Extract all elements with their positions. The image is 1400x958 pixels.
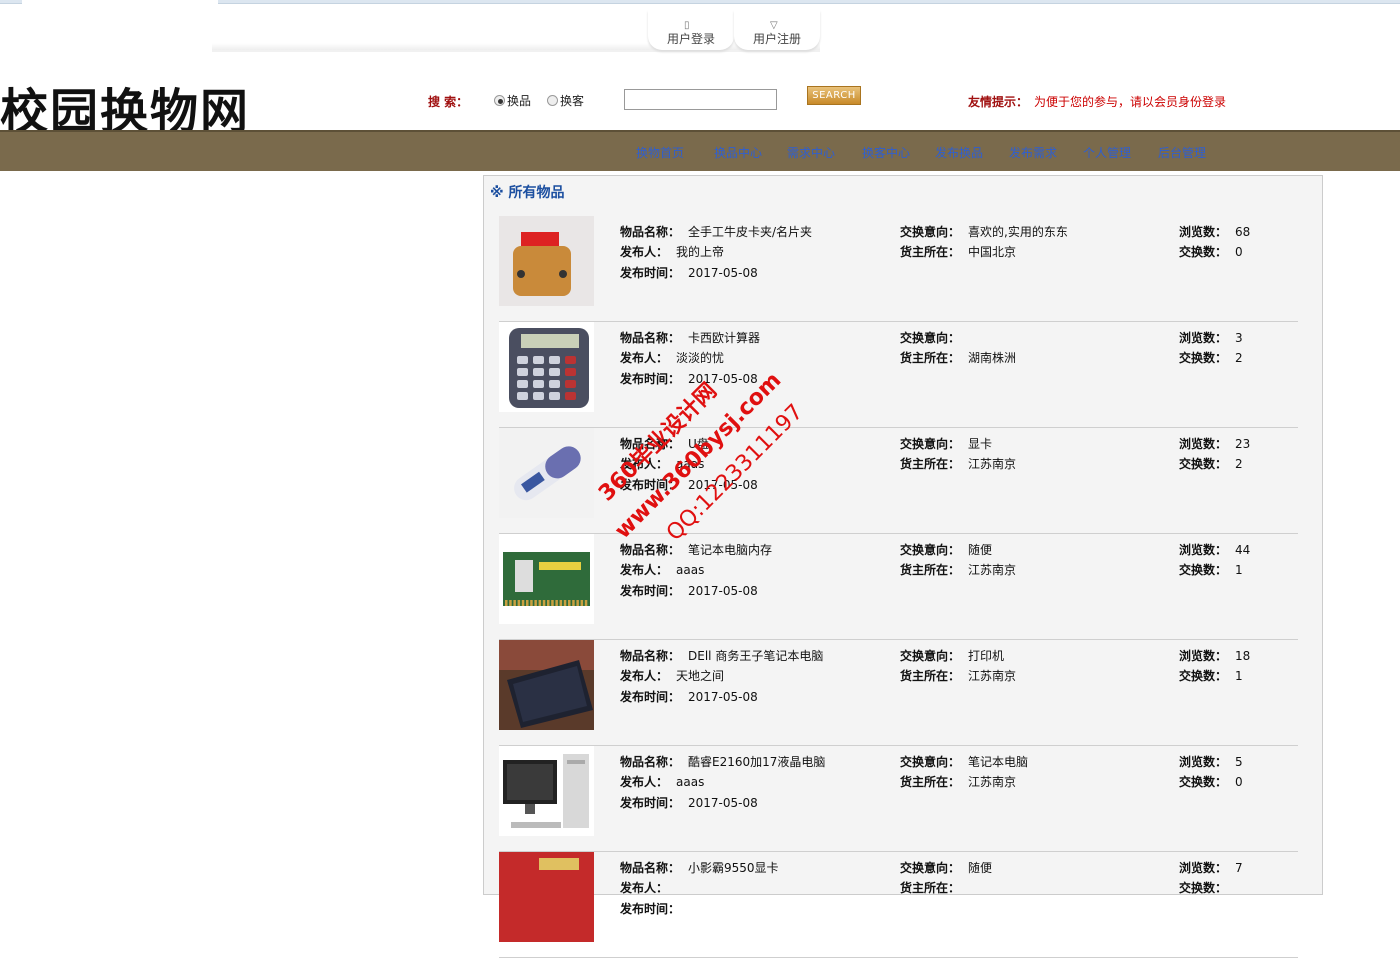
- item-exchanges: 交换数： 0: [1179, 775, 1243, 789]
- item-name: 物品名称： 全手工牛皮卡夹/名片夹: [620, 225, 813, 239]
- item-row[interactable]: 物品名称： U盘 发布人： aaas 发布时间： 2017-05-08 交换意向： 显卡货主所…: [499, 428, 1298, 534]
- item-location: 货主所在： 江苏南京: [900, 563, 1017, 577]
- item-time: 发布时间： 2017-05-08: [620, 478, 758, 492]
- item-publisher: 发布人： 天地之间: [620, 669, 725, 683]
- nav-publish-goods[interactable]: 发布换品: [935, 144, 983, 161]
- register-button[interactable]: ▽ 用户注册: [734, 10, 820, 50]
- nav-publish-demand[interactable]: 发布需求: [1009, 144, 1057, 161]
- item-publisher: 发布人： aaas: [620, 563, 705, 577]
- item-exchanges: 交换数：: [1179, 881, 1228, 895]
- all-items-panel: ※ 所有物品 物品名称： 全手工牛皮卡夹/名片夹 发布人： 我的上帝发布时间： 2017…: [483, 175, 1323, 958]
- item-thumbnail[interactable]: [499, 534, 594, 624]
- main-nav: 换物首页 换品中心 需求中心 换客中心 发布换品 发布需求 个人管理 后台管理: [0, 130, 1400, 171]
- nav-admin[interactable]: 后台管理: [1158, 144, 1206, 161]
- search-button[interactable]: SEARCH: [807, 86, 861, 105]
- item-intent: 交换意向： 随便: [900, 861, 993, 875]
- item-time: 发布时间： 2017-05-08: [620, 372, 758, 386]
- nav-trader-center[interactable]: 换客中心: [862, 144, 910, 161]
- item-location: 货主所在： 江苏南京: [900, 775, 1017, 789]
- item-location: 货主所在： 中国北京: [900, 245, 1017, 259]
- item-time: 发布时间： 2017-05-08: [620, 690, 758, 704]
- item-location: 货主所在： 湖南株洲: [900, 351, 1017, 365]
- item-views: 浏览数： 68: [1179, 225, 1251, 239]
- item-views: 浏览数： 44: [1179, 543, 1251, 557]
- item-publisher: 发布人： 我的上帝: [620, 245, 725, 259]
- item-exchanges: 交换数： 0: [1179, 245, 1243, 259]
- item-views: 浏览数： 7: [1179, 861, 1243, 875]
- item-views: 浏览数： 23: [1179, 437, 1251, 451]
- item-row[interactable]: 物品名称： 酷睿E2160加17液晶电脑 发布人： aaas 发布时间： 2017-05-…: [499, 746, 1298, 852]
- item-intent: 交换意向： 随便: [900, 543, 993, 557]
- item-thumbnail[interactable]: [499, 852, 594, 942]
- item-thumbnail[interactable]: [499, 746, 594, 836]
- item-location: 货主所在： 江苏南京: [900, 669, 1017, 683]
- item-time: 发布时间：: [620, 902, 681, 916]
- item-intent: 交换意向： 笔记本电脑: [900, 755, 1029, 769]
- item-row[interactable]: 物品名称： 全手工牛皮卡夹/名片夹 发布人： 我的上帝发布时间： 2017-05-08 交…: [499, 216, 1298, 322]
- item-name: 物品名称： DEll 商务王子笔记本电脑: [620, 649, 824, 663]
- friendly-tip: 友情提示： 为便于您的参与，请以会员身份登录: [968, 95, 1227, 109]
- item-thumbnail[interactable]: [499, 322, 594, 412]
- item-views: 浏览数： 3: [1179, 331, 1243, 345]
- item-name: 物品名称： 酷睿E2160加17液晶电脑: [620, 755, 826, 769]
- item-thumbnail[interactable]: [499, 428, 594, 518]
- item-intent: 交换意向： 喜欢的,实用的东东: [900, 225, 1068, 239]
- nav-personal[interactable]: 个人管理: [1083, 144, 1131, 161]
- item-name: 物品名称： 卡西欧计算器: [620, 331, 761, 345]
- nav-home[interactable]: 换物首页: [636, 144, 684, 161]
- item-views: 浏览数： 18: [1179, 649, 1251, 663]
- item-exchanges: 交换数： 2: [1179, 351, 1243, 365]
- item-time: 发布时间： 2017-05-08: [620, 796, 758, 810]
- nav-demand-center[interactable]: 需求中心: [787, 144, 835, 161]
- login-strip: ▯ 用户登录 ▽ 用户注册: [212, 4, 820, 52]
- item-row[interactable]: 物品名称： DEll 商务王子笔记本电脑 发布人： 天地之间发布时间： 2017-05-…: [499, 640, 1298, 746]
- item-name: 物品名称： U盘: [620, 437, 709, 451]
- item-row[interactable]: 物品名称： 卡西欧计算器 发布人： 淡淡的忧发布时间： 2017-05-08 交换意向： 货…: [499, 322, 1298, 428]
- item-publisher: 发布人： 淡淡的忧: [620, 351, 725, 365]
- section-title: ※ 所有物品: [490, 185, 565, 201]
- site-logo: 校园换物网: [0, 84, 251, 130]
- radio-goods[interactable]: 换品: [494, 92, 531, 109]
- item-publisher: 发布人： aaas: [620, 775, 705, 789]
- radio-unchecked-icon: [547, 95, 558, 106]
- item-row[interactable]: 物品名称： 笔记本电脑内存 发布人： aaas 发布时间： 2017-05-08 交换意向：…: [499, 534, 1298, 640]
- item-thumbnail[interactable]: [499, 216, 594, 306]
- item-intent: 交换意向： 打印机: [900, 649, 1005, 663]
- item-name: 物品名称： 笔记本电脑内存: [620, 543, 773, 557]
- item-exchanges: 交换数： 1: [1179, 669, 1243, 683]
- search-input[interactable]: [624, 89, 777, 110]
- item-time: 发布时间： 2017-05-08: [620, 266, 758, 280]
- nav-goods-center[interactable]: 换品中心: [714, 144, 762, 161]
- login-button[interactable]: ▯ 用户登录: [648, 10, 734, 50]
- item-location: 货主所在： 江苏南京: [900, 457, 1017, 471]
- radio-guest[interactable]: 换客: [547, 92, 584, 109]
- item-exchanges: 交换数： 1: [1179, 563, 1243, 577]
- item-row[interactable]: 物品名称： 小影霸9550显卡 发布人： 发布时间： 交换意向： 随便 货主所在： 浏览数： 7…: [499, 852, 1298, 958]
- item-intent: 交换意向： 显卡: [900, 437, 993, 451]
- search-label: 搜 索：: [428, 95, 469, 109]
- item-exchanges: 交换数： 2: [1179, 457, 1243, 471]
- item-intent: 交换意向：: [900, 331, 961, 345]
- item-views: 浏览数： 5: [1179, 755, 1243, 769]
- item-publisher: 发布人：: [620, 881, 669, 895]
- item-location: 货主所在：: [900, 881, 961, 895]
- browser-tab: [22, 0, 218, 4]
- item-publisher: 发布人： aaas: [620, 457, 705, 471]
- item-thumbnail[interactable]: [499, 640, 594, 730]
- radio-checked-icon: [494, 95, 505, 106]
- item-time: 发布时间： 2017-05-08: [620, 584, 758, 598]
- item-name: 物品名称： 小影霸9550显卡: [620, 861, 779, 875]
